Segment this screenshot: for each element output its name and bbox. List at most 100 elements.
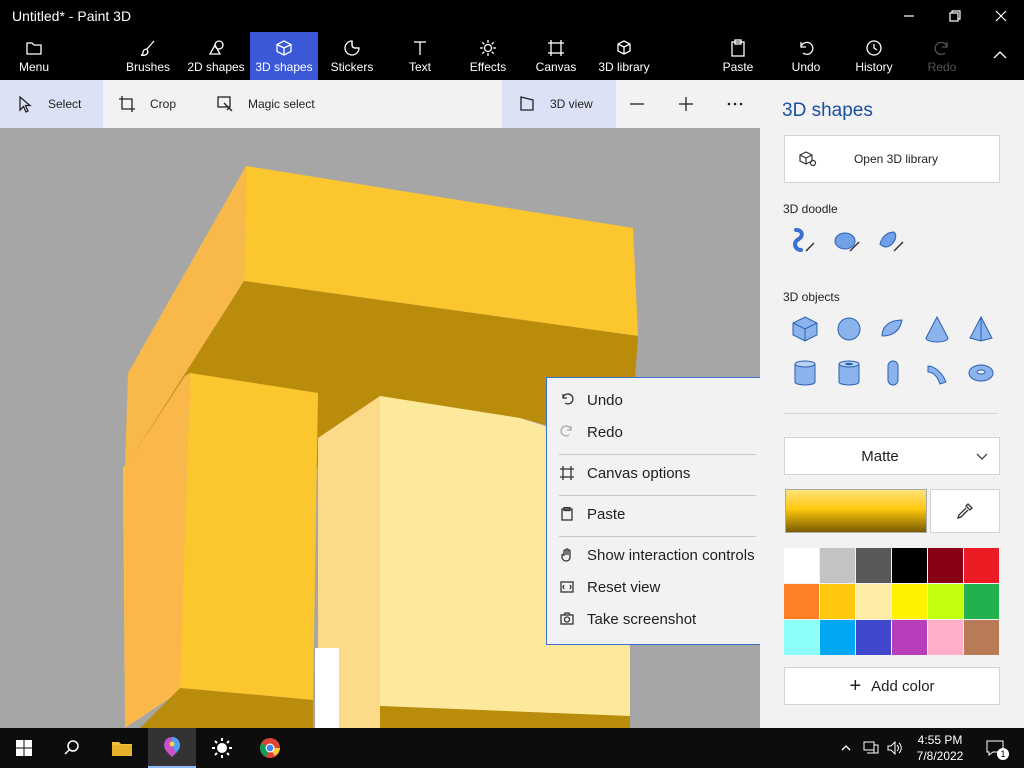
color-swatch[interactable] (928, 548, 963, 583)
select-tool[interactable]: Select (0, 80, 103, 128)
torus-object-icon[interactable] (966, 358, 996, 388)
more-icon (727, 102, 743, 106)
taskbar: 4:55 PM 7/8/2022 1 (0, 728, 1024, 768)
menu-button[interactable]: Menu (8, 32, 60, 80)
menu-item-reset-view[interactable]: Reset view (547, 571, 768, 603)
tab-3d-shapes[interactable]: 3D shapes (250, 32, 318, 80)
curved-tube-object-icon[interactable] (922, 358, 952, 388)
close-button[interactable] (978, 0, 1024, 32)
reset-view-icon (547, 580, 587, 594)
color-swatch[interactable] (856, 620, 891, 655)
zoom-out-button[interactable] (628, 80, 652, 128)
chevron-up-icon (990, 45, 1010, 65)
magic-select-tool[interactable]: Magic select (216, 80, 336, 128)
volume-button[interactable] (884, 728, 906, 768)
network-button[interactable] (860, 728, 882, 768)
pyramid-object-icon[interactable] (966, 314, 996, 344)
more-options-button[interactable] (726, 80, 750, 128)
color-swatch[interactable] (964, 548, 999, 583)
redo-icon (932, 38, 952, 58)
tab-text[interactable]: Text (396, 32, 444, 80)
add-color-button[interactable]: + Add color (784, 667, 1000, 705)
tab-canvas[interactable]: Canvas (530, 32, 582, 80)
menu-item-redo[interactable]: Redo (547, 416, 768, 448)
color-swatch[interactable] (820, 548, 855, 583)
panel-title: 3D shapes (782, 100, 873, 121)
undo-button[interactable]: Undo (782, 32, 830, 80)
objects-label: 3D objects (783, 290, 840, 304)
menu-item-canvas-options[interactable]: Canvas options (547, 457, 768, 489)
tab-2d-shapes[interactable]: 2D shapes (184, 32, 248, 80)
clipboard-icon (547, 507, 587, 521)
cube-object-icon[interactable] (790, 314, 820, 344)
color-swatch[interactable] (820, 620, 855, 655)
menu-item-undo[interactable]: Undo (547, 384, 768, 416)
tube-object-icon[interactable] (834, 358, 864, 388)
color-swatch[interactable] (964, 620, 999, 655)
collapse-ribbon-button[interactable] (980, 32, 1020, 80)
3d-view-toggle[interactable]: 3D view (502, 80, 616, 128)
color-palette (784, 548, 1000, 656)
paint-3d-taskbar-button[interactable] (148, 728, 196, 768)
file-explorer-taskbar-button[interactable] (98, 728, 146, 768)
sticker-icon (342, 38, 362, 58)
color-swatch[interactable] (892, 548, 927, 583)
history-button[interactable]: History (848, 32, 900, 80)
menu-item-paste[interactable]: Paste (547, 498, 768, 530)
title-bar: Untitled* - Paint 3D (0, 0, 1024, 32)
doodle-label: 3D doodle (783, 202, 838, 216)
minimize-button[interactable] (886, 0, 932, 32)
color-swatch[interactable] (856, 584, 891, 619)
color-swatch[interactable] (964, 584, 999, 619)
paint-3d-icon (164, 737, 180, 757)
show-hidden-icons-button[interactable] (836, 728, 856, 768)
selected-color-preview[interactable] (785, 489, 927, 533)
color-swatch[interactable] (784, 548, 819, 583)
start-button[interactable] (0, 728, 48, 768)
color-swatch[interactable] (856, 548, 891, 583)
color-swatch[interactable] (784, 584, 819, 619)
cylinder-object-icon[interactable] (790, 358, 820, 388)
open-3d-library-button[interactable]: Open 3D library (784, 135, 1000, 183)
search-button[interactable] (48, 728, 96, 768)
tab-brushes[interactable]: Brushes (118, 32, 178, 80)
tab-effects[interactable]: Effects (462, 32, 514, 80)
sharp-edge-doodle-icon[interactable] (788, 226, 818, 256)
color-swatch[interactable] (928, 620, 963, 655)
chrome-taskbar-button[interactable] (246, 728, 294, 768)
redo-icon (547, 425, 587, 439)
tab-3d-library[interactable]: 3D library (594, 32, 654, 80)
crop-tool[interactable]: Crop (118, 80, 198, 128)
cone-object-icon[interactable] (922, 314, 952, 344)
restore-button[interactable] (932, 0, 978, 32)
plus-icon: + (849, 675, 862, 697)
camera-icon (547, 612, 587, 626)
capsule-object-icon[interactable] (878, 358, 908, 388)
material-dropdown[interactable]: Matte (784, 437, 1000, 475)
sphere-object-icon[interactable] (834, 314, 864, 344)
paste-button[interactable]: Paste (714, 32, 762, 80)
color-swatch[interactable] (892, 620, 927, 655)
eyedropper-button[interactable] (930, 489, 1000, 533)
zoom-in-button[interactable] (677, 80, 701, 128)
color-swatch[interactable] (820, 584, 855, 619)
redo-button[interactable]: Redo (920, 32, 964, 80)
color-swatch[interactable] (928, 584, 963, 619)
color-swatch[interactable] (892, 584, 927, 619)
menu-divider (559, 454, 756, 455)
folder-icon (112, 742, 132, 756)
shapes-panel: 3D shapes Open 3D library 3D doodle 3D o… (760, 80, 1024, 728)
color-swatch[interactable] (784, 620, 819, 655)
tube-doodle-icon[interactable] (876, 226, 906, 256)
window-title: Untitled* - Paint 3D (12, 8, 132, 24)
system-clock[interactable]: 4:55 PM 7/8/2022 (912, 732, 968, 764)
shapes-2d-icon (206, 38, 226, 58)
tab-stickers[interactable]: Stickers (322, 32, 382, 80)
soft-edge-doodle-icon[interactable] (832, 226, 862, 256)
hemisphere-object-icon[interactable] (878, 314, 908, 344)
notifications-button[interactable]: 1 (980, 728, 1010, 768)
menu-item-take-screenshot[interactable]: Take screenshot (547, 603, 768, 635)
canvas-icon (547, 466, 587, 480)
menu-item-show-interaction-controls[interactable]: Show interaction controls (547, 539, 768, 571)
brightness-taskbar-button[interactable] (198, 728, 246, 768)
